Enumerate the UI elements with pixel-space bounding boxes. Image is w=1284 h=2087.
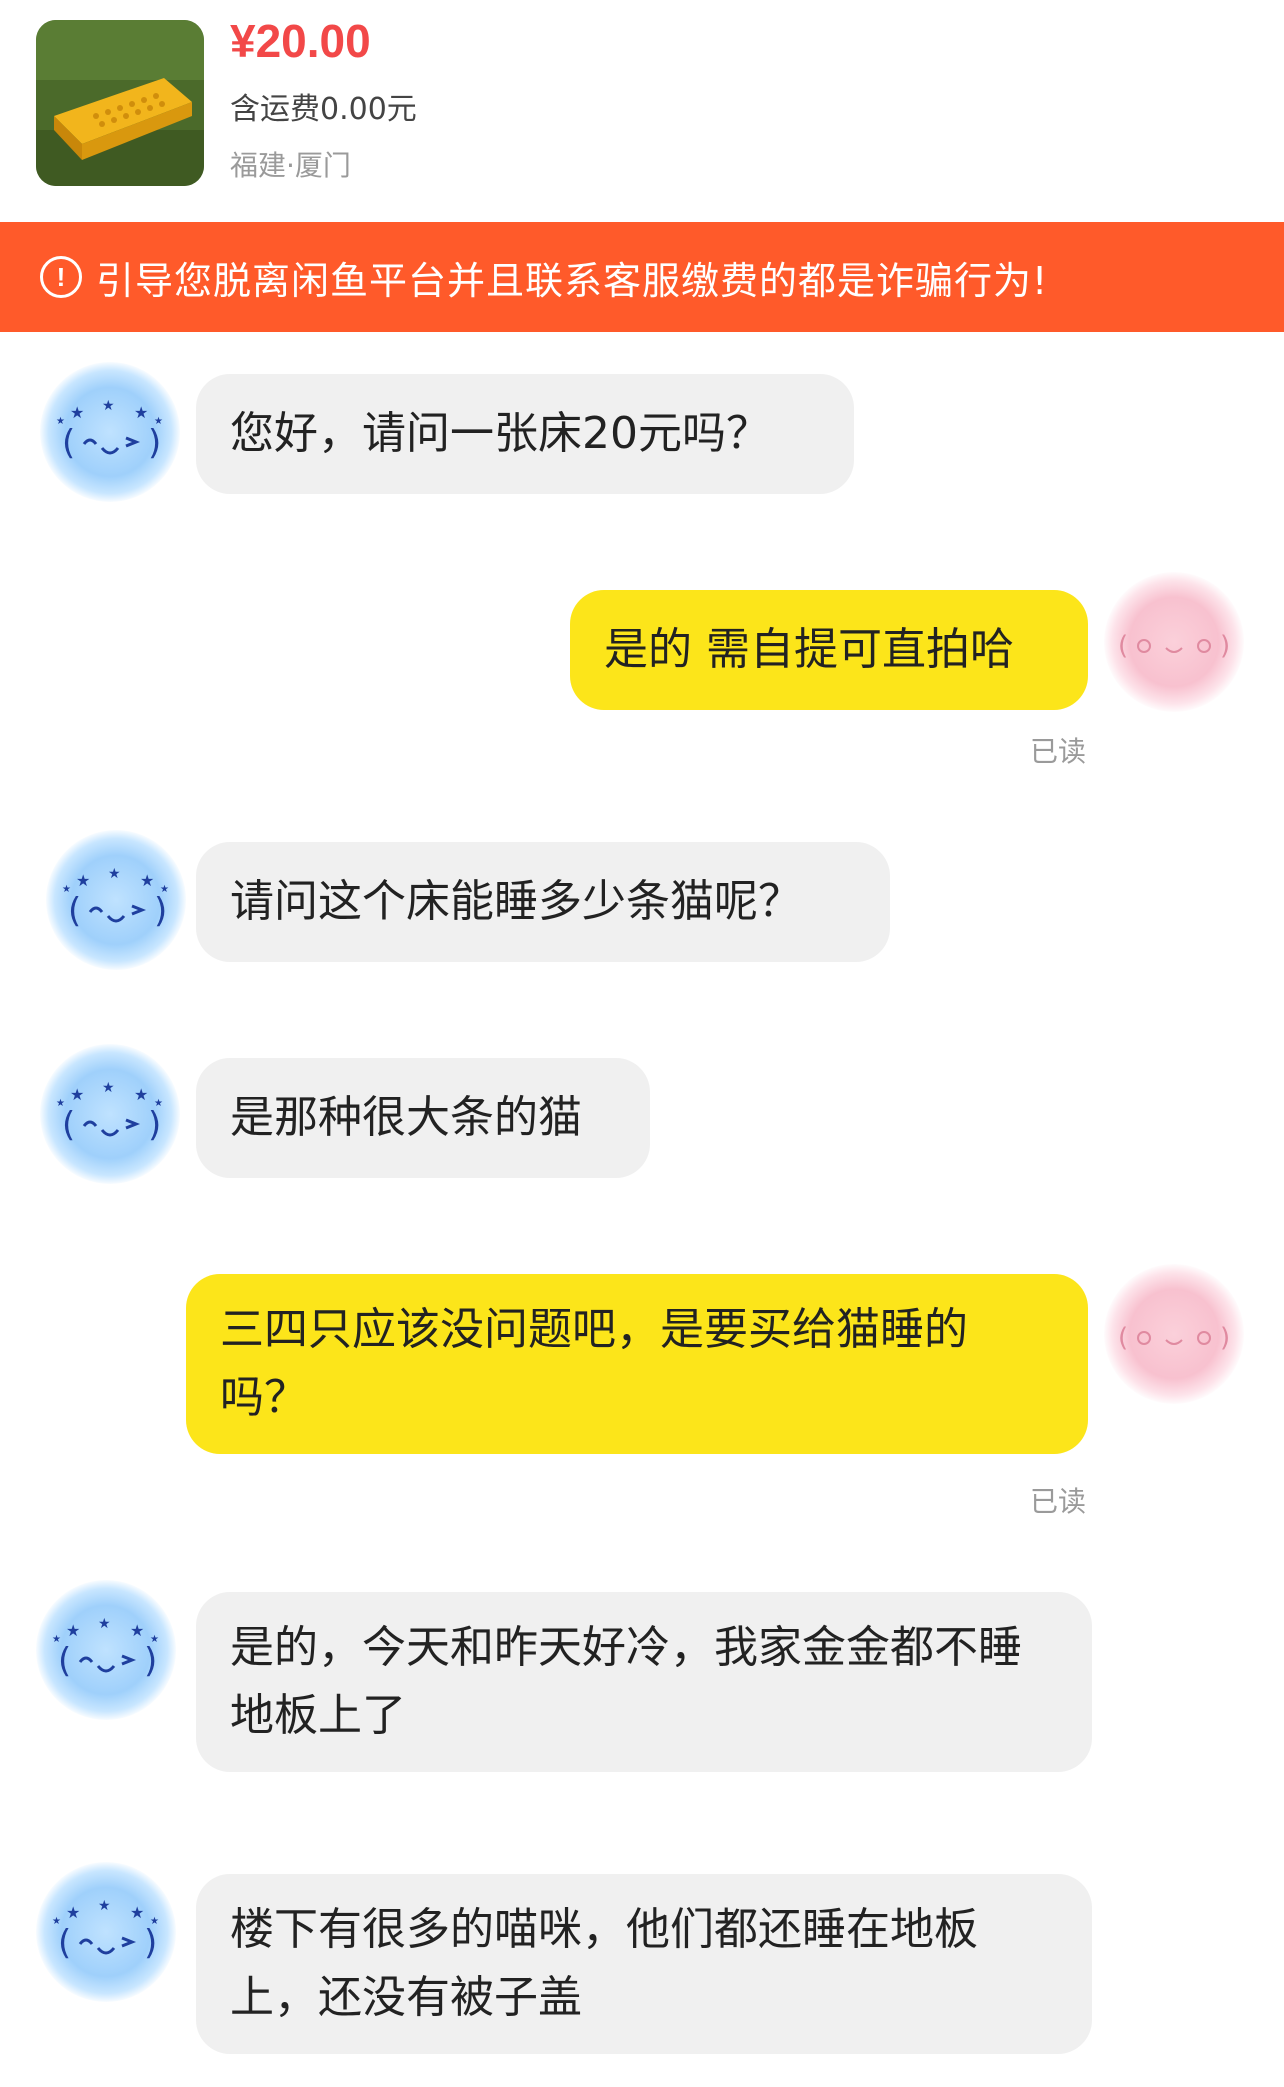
svg-text:): ) [1220, 631, 1230, 661]
message-bubble-incoming[interactable]: 请问这个床能睡多少条猫呢？ [196, 842, 890, 962]
svg-text:★: ★ [76, 871, 90, 890]
seller-avatar[interactable]: () [1104, 1264, 1244, 1404]
svg-text:): ) [148, 1105, 161, 1145]
svg-text:★: ★ [70, 403, 84, 422]
svg-text:★: ★ [102, 398, 115, 414]
svg-text:(: ( [58, 1923, 71, 1963]
svg-text:★: ★ [108, 866, 121, 882]
seller-avatar[interactable]: () [1104, 572, 1244, 712]
read-status: 已读 [1030, 735, 1087, 768]
svg-text:★: ★ [140, 871, 154, 890]
read-status: 已读 [1030, 1485, 1087, 1518]
buyer-avatar[interactable]: ★ ★ ★ ★ ★ () [40, 1044, 180, 1184]
svg-text:(: ( [1118, 631, 1128, 661]
product-thumbnail[interactable] [36, 20, 204, 186]
svg-text:★: ★ [98, 1898, 111, 1914]
svg-text:(: ( [62, 1105, 75, 1145]
svg-text:★: ★ [66, 1621, 80, 1640]
svg-text:): ) [144, 1641, 157, 1681]
message-bubble-incoming[interactable]: 是那种很大条的猫 [196, 1058, 650, 1178]
svg-text:★: ★ [130, 1903, 144, 1922]
svg-text:★: ★ [102, 1080, 115, 1096]
svg-text:(: ( [58, 1641, 71, 1681]
svg-text:): ) [144, 1923, 157, 1963]
svg-text:): ) [154, 891, 167, 931]
svg-text:): ) [1220, 1323, 1230, 1353]
message-bubble-incoming[interactable]: 是的，今天和昨天好冷，我家金金都不睡地板上了 [196, 1592, 1092, 1772]
exclamation-circle-icon: ! [40, 256, 82, 298]
buyer-avatar[interactable]: ★ ★ ★ ★ ★ () [36, 1862, 176, 2002]
svg-text:★: ★ [134, 403, 148, 422]
svg-text:★: ★ [66, 1903, 80, 1922]
svg-text:(: ( [62, 423, 75, 463]
product-header[interactable]: ¥20.00 含运费0.00元 福建·厦门 [0, 0, 1284, 222]
message-bubble-incoming[interactable]: 楼下有很多的喵咪，他们都还睡在地板上，还没有被子盖 [196, 1874, 1092, 2054]
warning-text: 引导您脱离闲鱼平台并且联系客服缴费的都是诈骗行为! [96, 258, 1049, 303]
message-bubble-outgoing[interactable]: 三四只应该没问题吧，是要买给猫睡的吗？ [186, 1274, 1088, 1454]
buyer-avatar[interactable]: ★ ★ ★ ★ ★ () [40, 362, 180, 502]
buyer-avatar[interactable]: ★ ★ ★ ★ ★ () [36, 1580, 176, 1720]
buyer-avatar[interactable]: ★ ★ ★ ★ ★ () [46, 830, 186, 970]
svg-text:): ) [148, 423, 161, 463]
svg-text:★: ★ [70, 1085, 84, 1104]
fraud-warning-banner: ! 引导您脱离闲鱼平台并且联系客服缴费的都是诈骗行为! [0, 222, 1284, 332]
product-price: ¥20.00 [230, 15, 371, 67]
svg-text:(: ( [68, 891, 81, 931]
svg-text:(: ( [1118, 1323, 1128, 1353]
shipping-fee: 含运费0.00元 [230, 92, 417, 127]
message-bubble-outgoing[interactable]: 是的 需自提可直拍哈 [570, 590, 1088, 710]
seller-location: 福建·厦门 [230, 149, 351, 182]
svg-text:★: ★ [134, 1085, 148, 1104]
message-bubble-incoming[interactable]: 您好，请问一张床20元吗？ [196, 374, 854, 494]
svg-text:★: ★ [130, 1621, 144, 1640]
svg-text:★: ★ [98, 1616, 111, 1632]
